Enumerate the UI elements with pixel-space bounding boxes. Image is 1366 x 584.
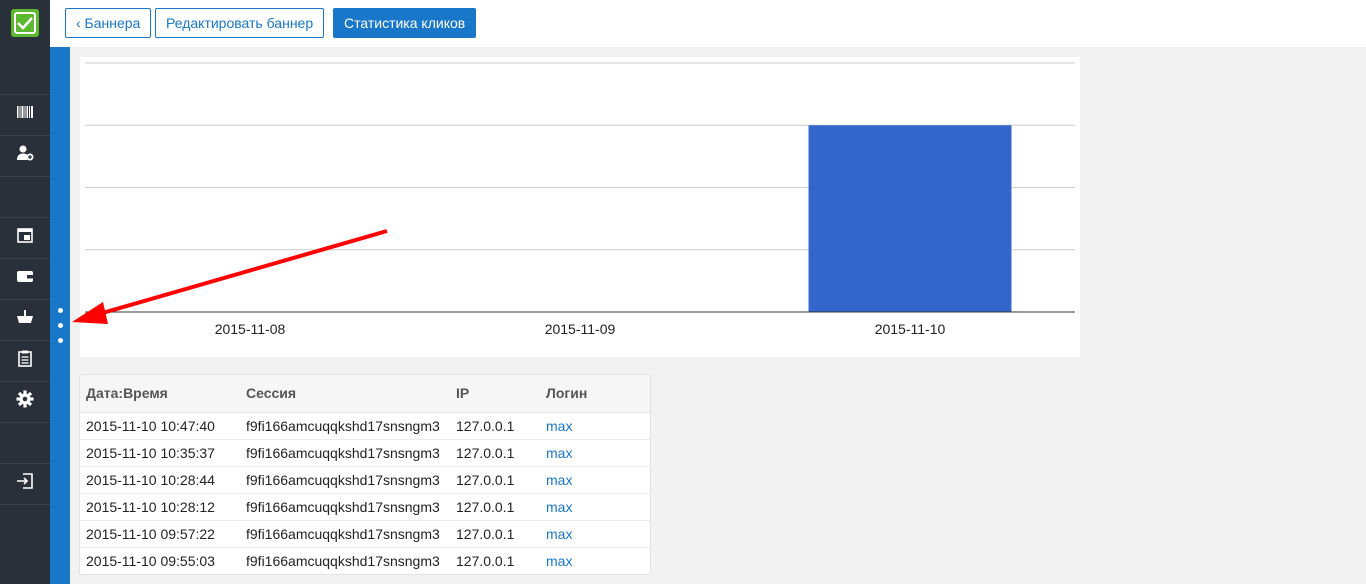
- collapse-handle-dot[interactable]: [58, 308, 63, 313]
- x-tick-label: 2015-11-09: [545, 321, 616, 337]
- chart-bar[interactable]: [808, 125, 1012, 312]
- login-link[interactable]: max: [546, 499, 572, 515]
- cell-ip: 127.0.0.1: [456, 417, 515, 434]
- column-header-datetime: Дата:Время: [80, 375, 240, 413]
- calendar-icon: [16, 226, 34, 249]
- sidebar-item-wallet[interactable]: [0, 258, 50, 298]
- table-row: 2015-11-10 10:28:12 f9fi166amcuqqkshd17s…: [80, 492, 650, 520]
- table-header-row: Дата:Время Сессия IP Логин: [80, 375, 650, 413]
- cell-datetime: 2015-11-10 10:47:40: [86, 417, 215, 434]
- column-header-ip: IP: [450, 375, 540, 413]
- clicks-chart-panel: 2015-11-08 2015-11-09 2015-11-10: [80, 57, 1080, 357]
- column-header-session: Сессия: [240, 375, 450, 413]
- cell-login: max: [540, 438, 650, 466]
- sidebar-item-clipboard[interactable]: [0, 340, 50, 380]
- cell-ip: 127.0.0.1: [450, 438, 540, 466]
- gear-icon: [16, 390, 34, 413]
- x-tick-label: 2015-11-10: [875, 321, 946, 337]
- cell-session: f9fi166amcuqqkshd17snsngm3: [240, 492, 450, 520]
- cell-session: f9fi166amcuqqkshd17snsngm3: [240, 465, 450, 493]
- collapse-handle-dot[interactable]: [58, 338, 63, 343]
- cell-session: f9fi166amcuqqkshd17snsngm3: [240, 438, 450, 466]
- sidebar-item-logout[interactable]: [0, 463, 50, 503]
- cell-ip: 127.0.0.1: [450, 519, 540, 547]
- login-link[interactable]: max: [546, 553, 572, 569]
- table-row: 2015-11-10 09:57:22 f9fi166amcuqqkshd17s…: [80, 519, 650, 547]
- clicks-bar-chart: 2015-11-08 2015-11-09 2015-11-10: [85, 62, 1075, 337]
- cell-datetime: 2015-11-10 10:35:37: [80, 438, 240, 466]
- cell-login: max: [540, 465, 650, 493]
- click-stats-button[interactable]: Статистика кликов: [333, 8, 477, 38]
- sidebar-item-calendar[interactable]: [0, 217, 50, 257]
- cell-ip: 127.0.0.1: [450, 465, 540, 493]
- logout-icon: [16, 472, 34, 495]
- cell-session: f9fi166amcuqqkshd17snsngm3: [240, 519, 450, 547]
- login-link[interactable]: max: [546, 526, 572, 542]
- sidebar: [0, 0, 50, 584]
- sidebar-item-add-user[interactable]: [0, 135, 50, 175]
- cell-ip: 127.0.0.1: [450, 492, 540, 520]
- x-tick-label: 2015-11-08: [215, 321, 286, 337]
- cell-session: f9fi166amcuqqkshd17snsngm3: [246, 417, 440, 434]
- sidebar-item-basket[interactable]: [0, 299, 50, 339]
- cell-ip: 127.0.0.1: [450, 546, 540, 574]
- cell-login: max: [540, 546, 650, 574]
- cell-login: max: [540, 519, 650, 547]
- column-header-login: Логин: [540, 375, 650, 413]
- sidebar-item-settings[interactable]: [0, 381, 50, 421]
- cell-datetime: 2015-11-10 09:57:22: [80, 519, 240, 547]
- wallet-icon: [16, 267, 34, 290]
- table-row: 2015-11-10 10:35:37 f9fi166amcuqqkshd17s…: [80, 438, 650, 466]
- cell-login: max: [540, 412, 650, 439]
- back-to-banners-button[interactable]: ‹ Баннера: [65, 8, 152, 38]
- basket-icon: [16, 308, 34, 331]
- collapse-handle-dot[interactable]: [58, 323, 63, 328]
- login-link[interactable]: max: [546, 418, 572, 434]
- sidebar-item-barcodes[interactable]: [0, 94, 50, 134]
- cell-datetime: 2015-11-10 10:28:44: [80, 465, 240, 493]
- login-link[interactable]: max: [546, 472, 572, 488]
- app-logo[interactable]: [11, 9, 39, 37]
- cell-session: f9fi166amcuqqkshd17snsngm3: [240, 546, 450, 574]
- table-row: 2015-11-10 10:28:44 f9fi166amcuqqkshd17s…: [80, 465, 650, 493]
- cell-login: max: [540, 492, 650, 520]
- table-row: 2015-11-10 10:47:40 f9fi166amcuqqkshd17s…: [80, 412, 650, 439]
- clicks-table: Дата:Время Сессия IP Логин 2015-11-10 10…: [79, 374, 651, 575]
- cell-datetime: 2015-11-10 10:28:12: [80, 492, 240, 520]
- clipboard-icon: [16, 349, 34, 372]
- edit-banner-button[interactable]: Редактировать баннер: [155, 8, 325, 38]
- checkmark-icon: [14, 12, 36, 34]
- barcode-icon: [16, 103, 34, 126]
- cell-datetime: 2015-11-10 09:55:03: [80, 546, 240, 574]
- login-link[interactable]: max: [546, 445, 572, 461]
- table-row: 2015-11-10 09:55:03 f9fi166amcuqqkshd17s…: [80, 546, 650, 574]
- add-user-icon: [16, 144, 34, 167]
- top-toolbar: ‹ Баннера Редактировать баннер Статистик…: [50, 0, 1366, 47]
- sidebar-collapse-strip[interactable]: [50, 47, 70, 584]
